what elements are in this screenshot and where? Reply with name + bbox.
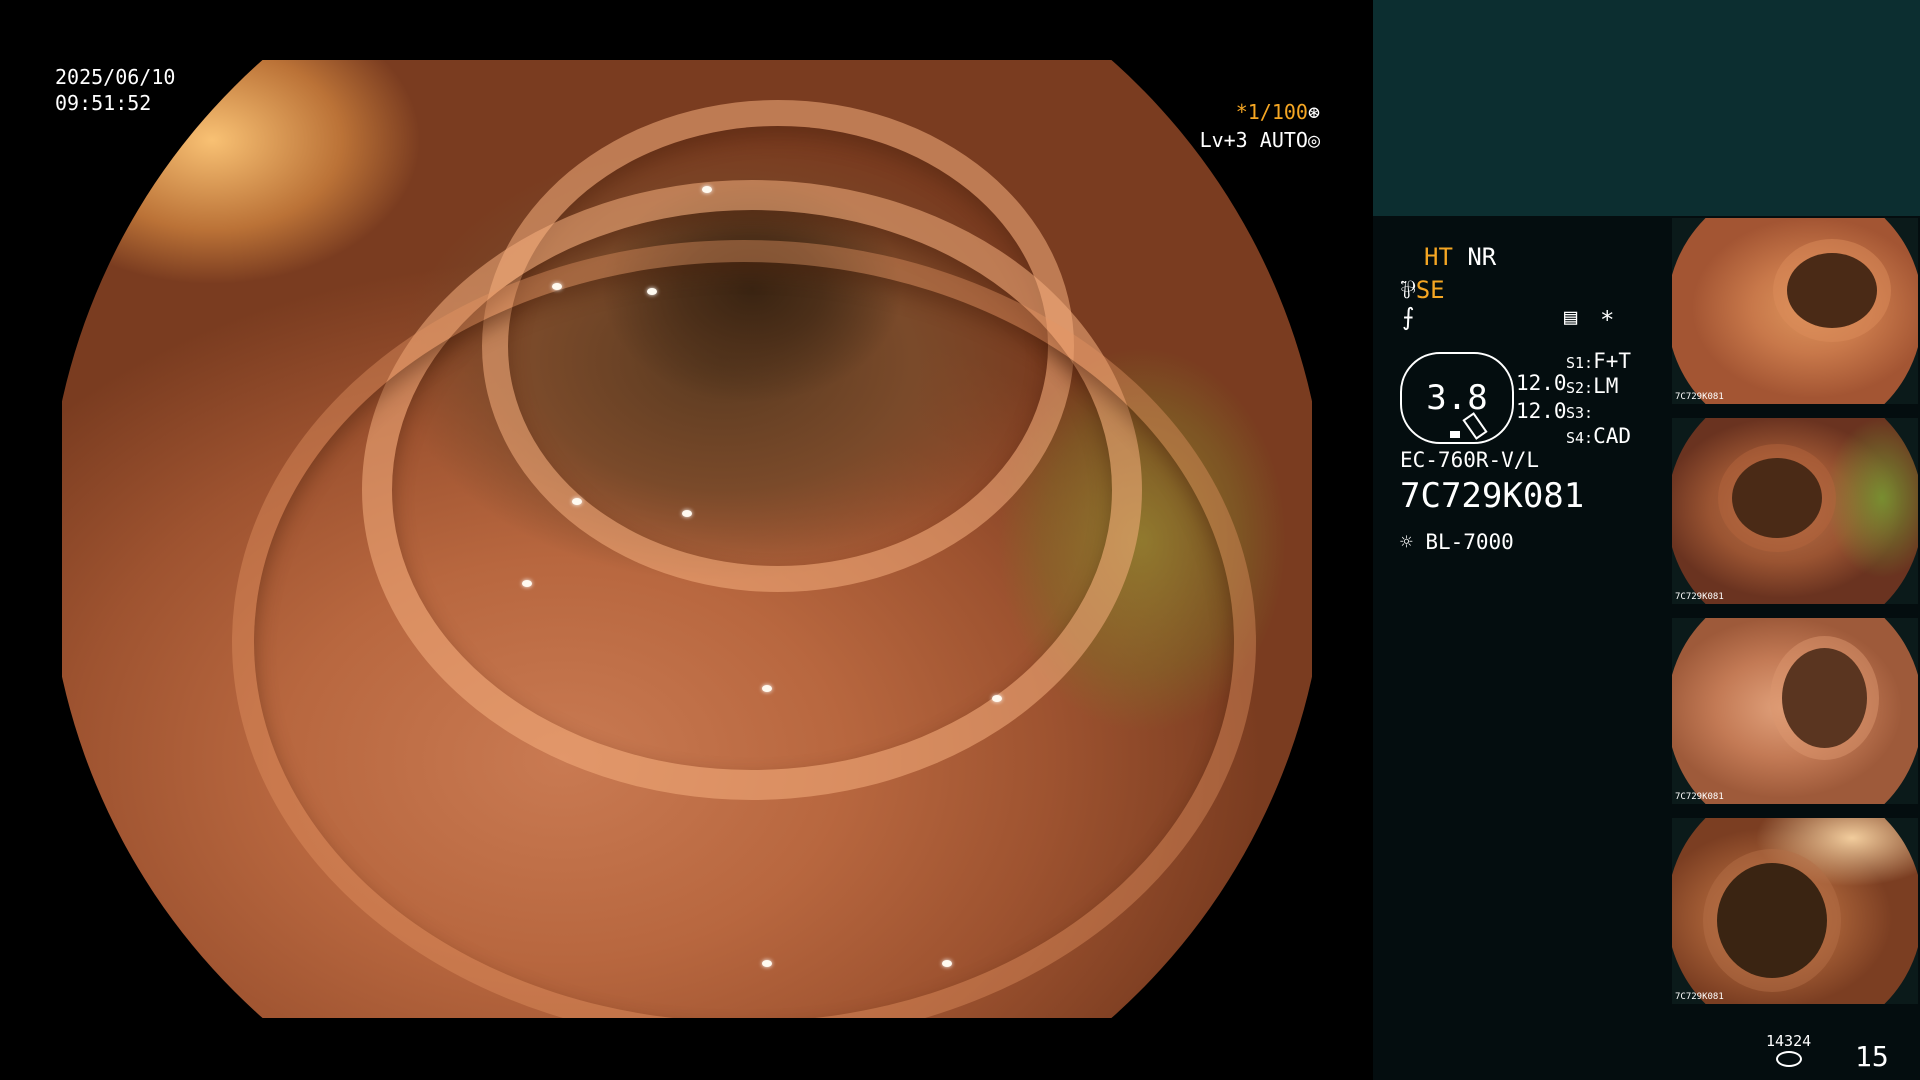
fork-icon: ⅌ — [1400, 276, 1416, 304]
thumbnail-label: 7C729K081 — [1675, 792, 1724, 802]
capsule-value: 3.8 — [1426, 378, 1488, 418]
specular-highlight — [682, 510, 692, 517]
thumbnail-image — [1672, 618, 1918, 804]
level-value: Lv+3 — [1199, 128, 1248, 152]
image-count: 14324 — [1766, 1032, 1812, 1050]
slot-4: S4:CAD — [1566, 424, 1632, 448]
datetime: 2025/06/10 09:51:52 — [55, 64, 175, 116]
endoscopy-screen: 2025/06/10 09:51:52 *1/100⊛ Lv+3 AUTO◎ H… — [0, 0, 1920, 1080]
value-1: 12.0 — [1516, 371, 1567, 395]
thumbnail-label: 7C729K081 — [1675, 592, 1724, 602]
capsule-display: 3.8 — [1400, 352, 1514, 444]
settings-doc-icon: ▤ — [1564, 305, 1578, 330]
signal-icon: ⨍ — [1402, 303, 1415, 331]
specular-highlight — [702, 186, 712, 193]
page-number: 15 — [1855, 1040, 1889, 1073]
specular-highlight — [647, 288, 657, 295]
slot-1: S1:F+T — [1566, 349, 1632, 373]
value-2: 12.0 — [1516, 399, 1567, 423]
scope-serial: 7C729K081 — [1400, 476, 1585, 516]
aperture-icon: ⊛ — [1307, 100, 1320, 124]
info-header-bar — [1373, 0, 1920, 216]
brightness-level: Lv+3 AUTO◎ — [1200, 128, 1320, 152]
scope-model: EC-760R-V/L — [1400, 448, 1540, 472]
specular-highlight — [522, 580, 532, 587]
thumbnail-image — [1672, 418, 1918, 604]
light-source: ☼ BL-7000 — [1400, 530, 1514, 554]
iris-icon: ◎ — [1307, 128, 1320, 152]
thumbnail-image — [1672, 818, 1918, 1004]
endoscope-live-view[interactable] — [62, 60, 1312, 1018]
asterisk: * — [1600, 306, 1615, 334]
thumbnail-image — [1672, 218, 1918, 404]
mode-se-label: SE — [1415, 276, 1445, 304]
shutter-speed-value: *1/100 — [1235, 100, 1308, 124]
specular-highlight — [762, 960, 772, 967]
slot-3: S3: — [1566, 404, 1594, 422]
level-mode: AUTO — [1259, 128, 1308, 152]
thumbnail-label: 7C729K081 — [1675, 392, 1724, 402]
mode-nr: NR — [1467, 243, 1497, 271]
mode-ht-nr: HT NR — [1424, 243, 1496, 271]
date: 2025/06/10 — [55, 65, 176, 89]
thumbnail-4[interactable]: 7C729K081 — [1672, 818, 1918, 1004]
mode-se: ⅌SE — [1400, 273, 1445, 306]
storage-icon — [1776, 1051, 1802, 1067]
specular-highlight — [552, 283, 562, 290]
shutter-speed: *1/100⊛ — [1236, 100, 1320, 124]
light-source-name: BL-7000 — [1425, 530, 1514, 554]
capsule-marker — [1450, 431, 1460, 438]
mode-ht: HT — [1424, 243, 1453, 271]
thumbnail-label: 7C729K081 — [1675, 992, 1724, 1002]
specular-highlight — [762, 685, 772, 692]
specular-highlight — [572, 498, 582, 505]
mucosal-fold — [232, 240, 1256, 1018]
specular-highlight — [942, 960, 952, 967]
thumbnail-3[interactable]: 7C729K081 — [1672, 618, 1918, 804]
sun-icon: ☼ — [1400, 530, 1413, 554]
specular-highlight — [992, 695, 1002, 702]
thumbnail-1[interactable]: 7C729K081 — [1672, 218, 1918, 404]
thumbnail-2[interactable]: 7C729K081 — [1672, 418, 1918, 604]
info-panel — [1373, 216, 1670, 1080]
slot-2: S2:LM — [1566, 374, 1619, 398]
time: 09:51:52 — [55, 91, 152, 115]
